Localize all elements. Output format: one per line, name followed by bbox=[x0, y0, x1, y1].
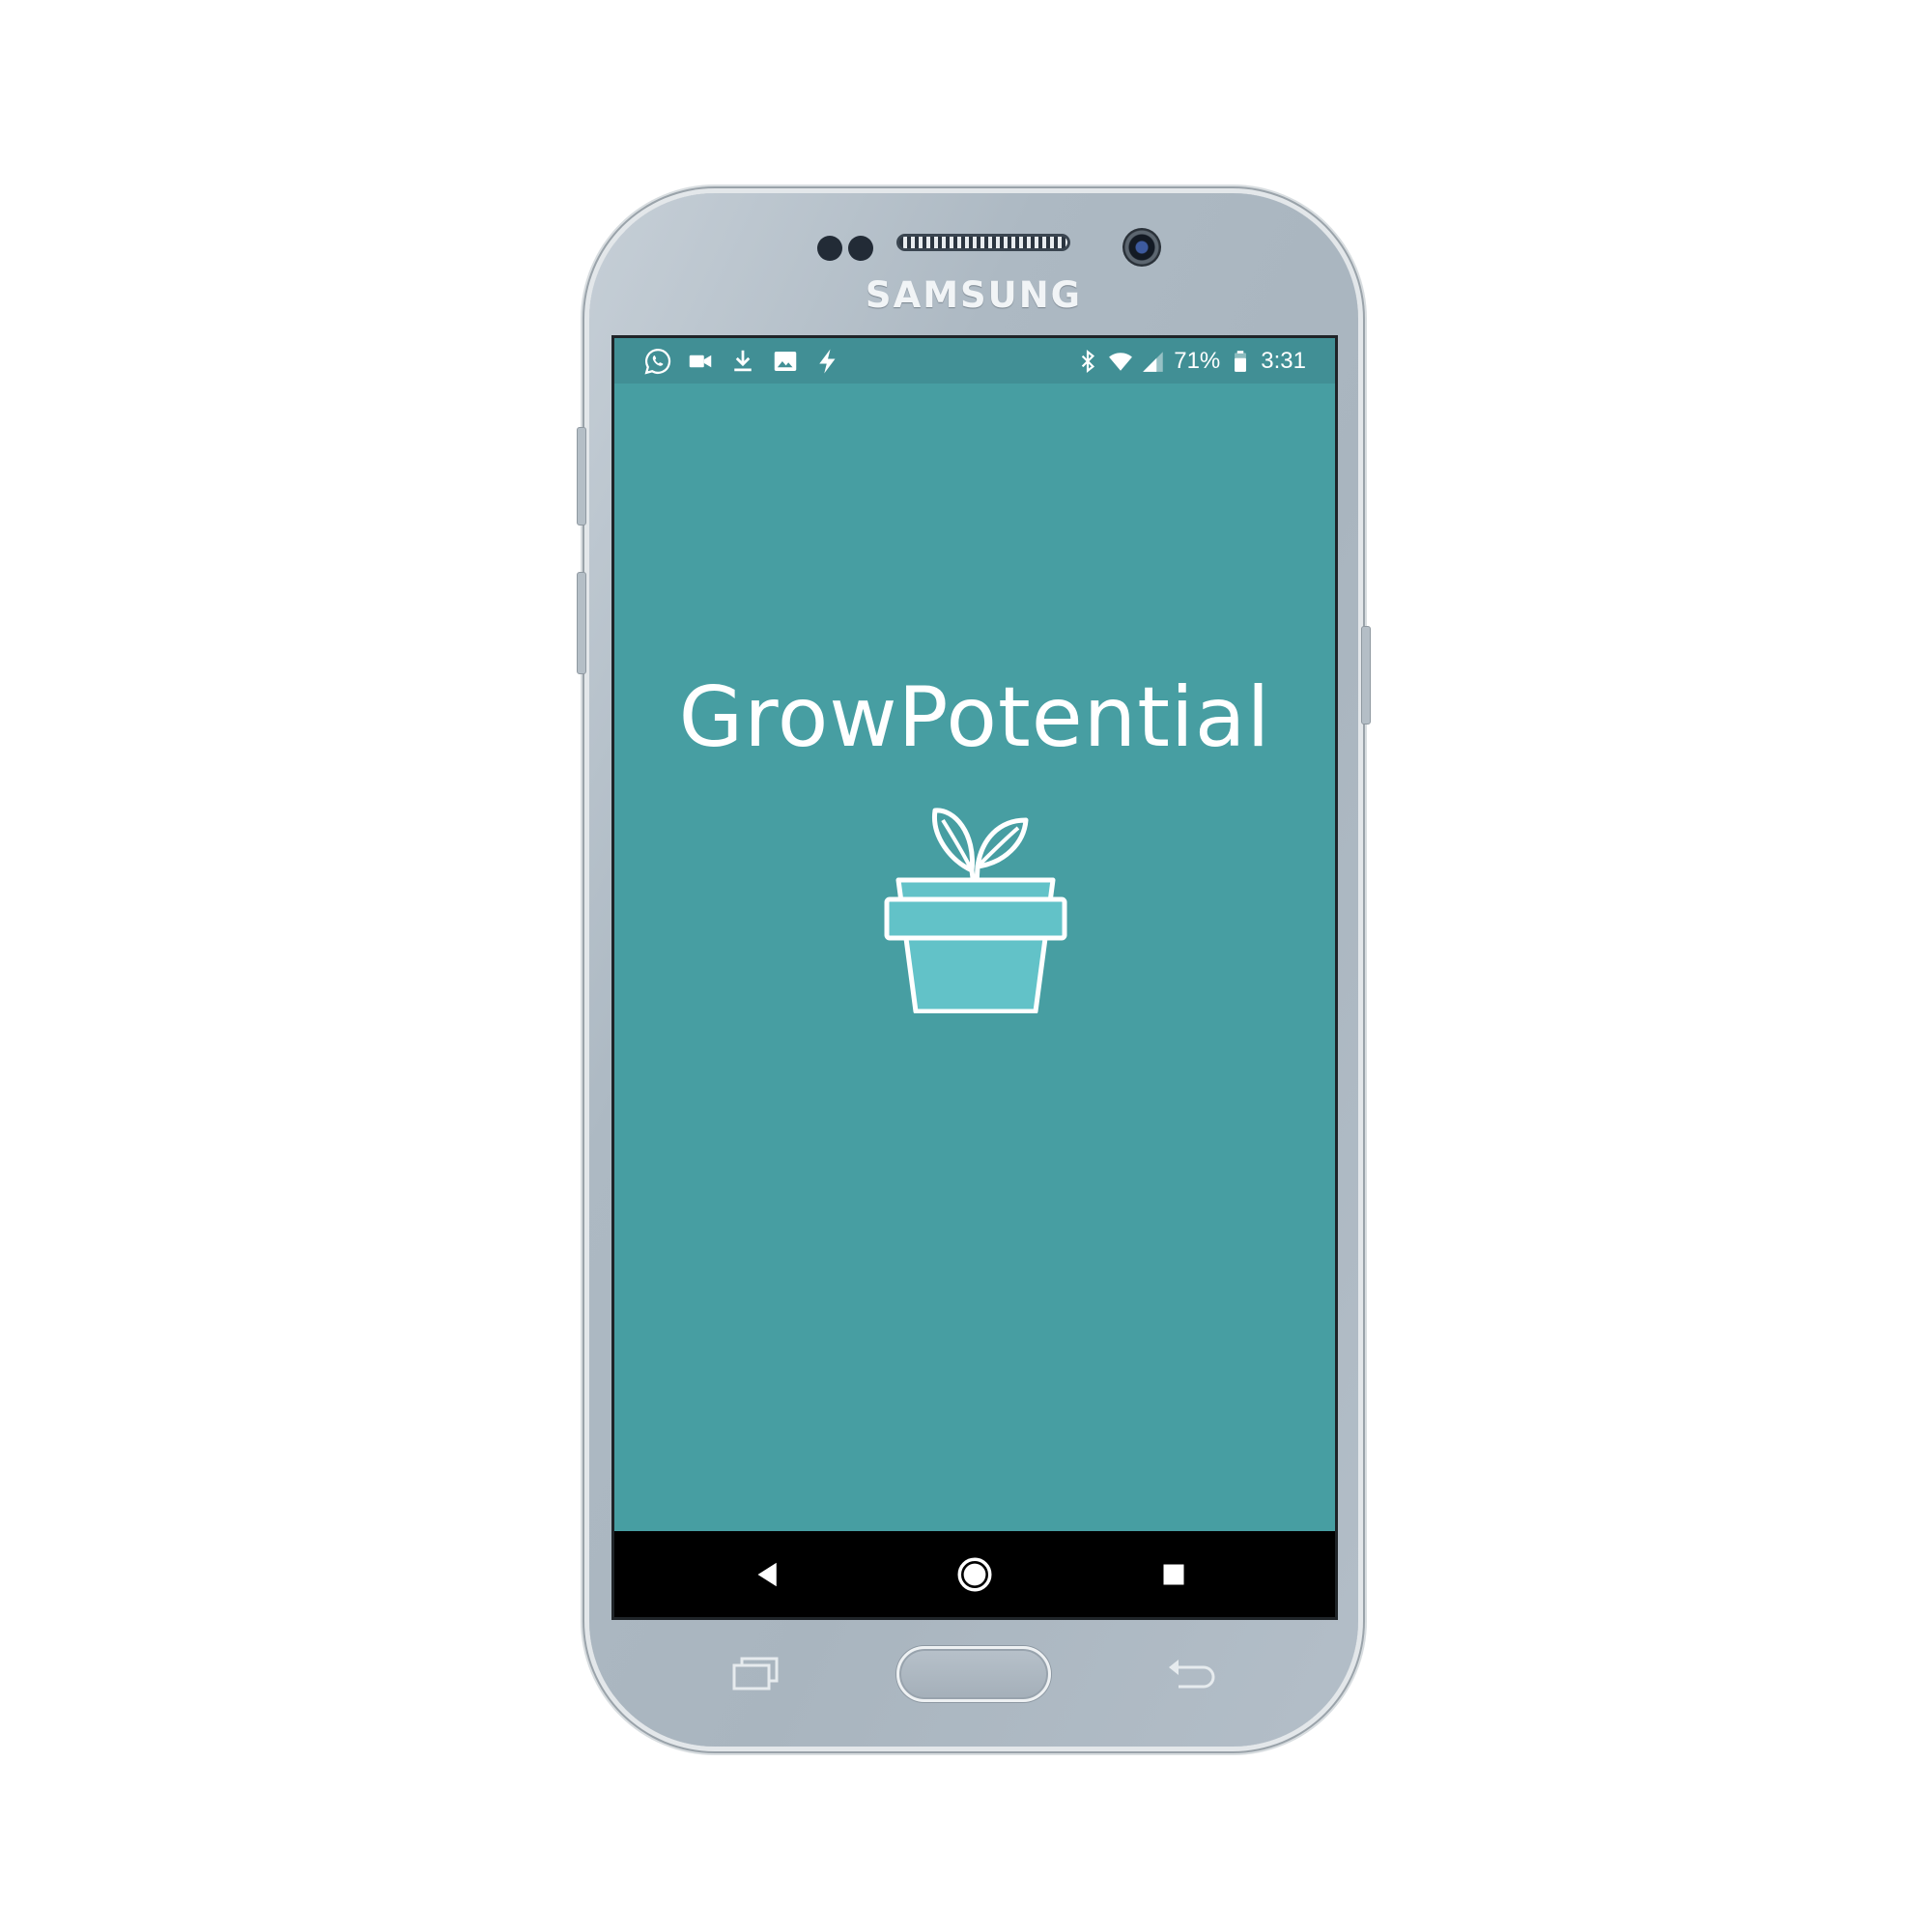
recents-icon[interactable] bbox=[1153, 1554, 1194, 1595]
battery-percentage: 71% bbox=[1174, 348, 1221, 374]
wifi-icon bbox=[1109, 353, 1133, 371]
battery-icon bbox=[1235, 351, 1247, 372]
plant-pot-icon bbox=[884, 808, 1067, 1013]
back-icon[interactable] bbox=[748, 1554, 788, 1595]
download-icon bbox=[734, 350, 752, 372]
app-title: GrowPotential bbox=[678, 669, 1271, 766]
image-icon bbox=[774, 352, 797, 371]
notification-icons bbox=[643, 346, 842, 377]
system-status: 71% 3:31 bbox=[1075, 346, 1306, 377]
phone-screen: 71% 3:31 GrowPotential bbox=[611, 335, 1338, 1620]
recents-key[interactable] bbox=[730, 1654, 781, 1692]
bluetooth-icon bbox=[1082, 349, 1095, 374]
screenshot-stage: SAMSUNG 71% 3:31 GrowPotential bbox=[0, 0, 1932, 1932]
power-button[interactable] bbox=[1361, 626, 1371, 724]
volume-down-button[interactable] bbox=[577, 572, 586, 674]
video-camera-icon bbox=[689, 355, 712, 368]
navigation-bar bbox=[614, 1531, 1335, 1617]
clock: 3:31 bbox=[1261, 348, 1306, 374]
light-sensor bbox=[848, 236, 873, 261]
volume-up-button[interactable] bbox=[577, 427, 586, 526]
brand-logo: SAMSUNG bbox=[865, 274, 1083, 316]
phone-device: SAMSUNG 71% 3:31 GrowPotential bbox=[577, 193, 1371, 1747]
splash-screen: GrowPotential bbox=[614, 384, 1335, 1534]
whatsapp-icon bbox=[644, 348, 671, 375]
proximity-sensor bbox=[817, 236, 842, 261]
cellular-signal-icon bbox=[1143, 352, 1163, 372]
earpiece-speaker bbox=[896, 234, 1070, 251]
front-camera bbox=[1122, 228, 1161, 267]
home-key[interactable] bbox=[896, 1646, 1051, 1702]
back-key[interactable] bbox=[1165, 1654, 1217, 1692]
flash-icon bbox=[819, 349, 836, 374]
home-icon[interactable] bbox=[954, 1554, 995, 1595]
status-bar: 71% 3:31 bbox=[614, 338, 1335, 384]
